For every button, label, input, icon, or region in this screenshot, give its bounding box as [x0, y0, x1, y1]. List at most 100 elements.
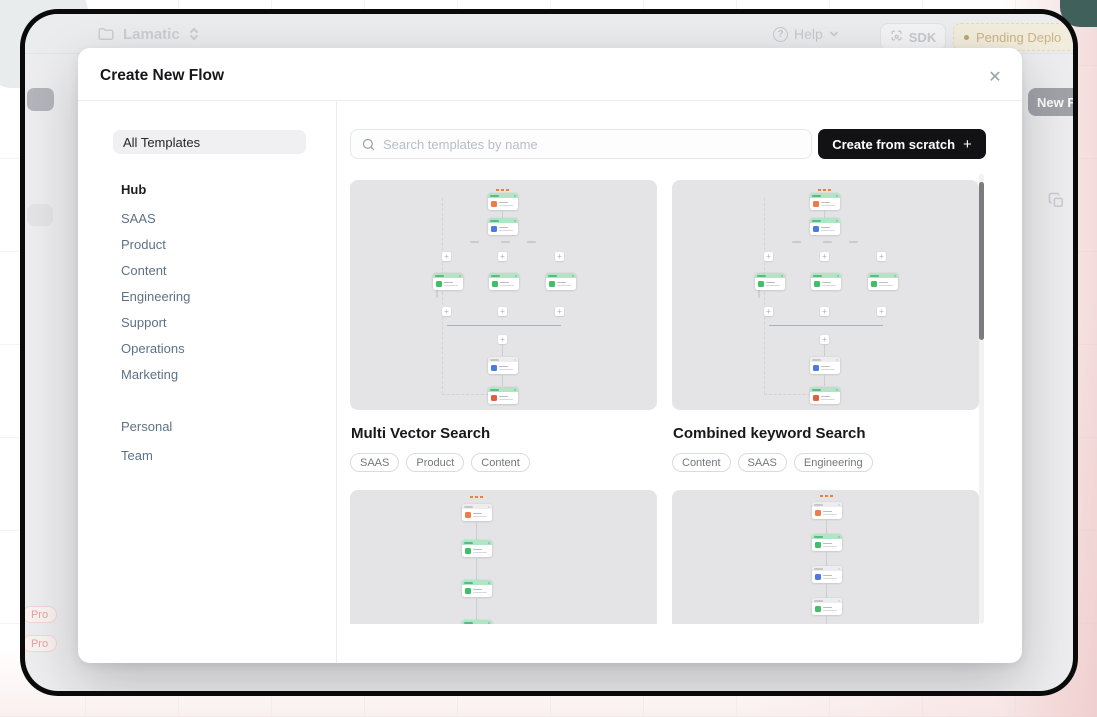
flow-node-header	[811, 273, 841, 278]
node-icon	[549, 281, 555, 287]
search-input[interactable]	[351, 130, 811, 158]
node-icon	[491, 201, 497, 207]
sidebar-item-content[interactable]: Content	[121, 260, 167, 280]
flow-node-header	[488, 357, 518, 362]
sidebar-item-personal[interactable]: Personal	[121, 416, 172, 436]
flow-plus-button	[820, 307, 829, 316]
flow-plus-button	[764, 307, 773, 316]
flow-connector	[826, 551, 827, 566]
pro-badge: Pro	[25, 606, 57, 623]
node-icon	[815, 606, 821, 612]
tag: Content	[672, 453, 731, 472]
flow-node-header	[755, 273, 785, 278]
flow-selection-marks	[820, 495, 834, 497]
sidebar-item-saas[interactable]: SAAS	[121, 208, 156, 228]
sidebar-item-support[interactable]: Support	[121, 312, 167, 332]
filter-all-templates[interactable]: All Templates	[113, 130, 306, 154]
flow-node-header	[812, 598, 842, 603]
flow-node-header	[810, 218, 840, 223]
help-menu[interactable]: ? Help	[773, 26, 839, 42]
sidebar-item-operations[interactable]: Operations	[121, 338, 185, 358]
sdk-button[interactable]: SDK	[880, 23, 946, 51]
flow-branch-label	[501, 241, 510, 243]
template-card-combined-keyword-search[interactable]	[672, 180, 979, 410]
flow-node	[812, 502, 842, 519]
flow-node	[462, 580, 492, 597]
node-text-lines	[473, 549, 487, 554]
node-icon	[465, 512, 471, 518]
flow-node	[810, 218, 840, 235]
flow-connector	[502, 345, 503, 356]
flow-node	[755, 273, 785, 290]
pro-badge-label: Pro	[31, 609, 48, 621]
flow-connector	[502, 374, 503, 386]
flow-node-header	[488, 218, 518, 223]
new-flow-button[interactable]: New F	[1028, 88, 1073, 116]
create-from-scratch-button[interactable]: Create from scratch +	[818, 129, 986, 159]
flow-plus-button	[442, 307, 451, 316]
node-icon	[436, 281, 442, 287]
flow-node	[546, 273, 576, 290]
flow-node-header	[462, 620, 492, 624]
pending-deployment-label: Pending Deplo	[976, 30, 1061, 45]
template-title: Multi Vector Search	[351, 425, 490, 442]
node-text-lines	[821, 202, 835, 207]
flow-node-header	[488, 387, 518, 392]
help-label: Help	[794, 26, 823, 42]
flow-connector	[502, 210, 503, 218]
template-card-partial[interactable]	[672, 490, 979, 624]
flow-branch-label	[470, 241, 479, 243]
sidebar-item-product[interactable]: Product	[121, 234, 166, 254]
create-new-flow-modal: Create New Flow ✕ All Templates Hub SAAS…	[78, 48, 1022, 663]
node-icon	[815, 574, 821, 580]
node-text-lines	[766, 282, 780, 287]
flow-connector	[476, 521, 477, 540]
sidebar-item-engineering[interactable]: Engineering	[121, 286, 190, 306]
modal-title: Create New Flow	[100, 67, 224, 85]
workspace-switcher[interactable]: Lamatic	[97, 25, 200, 43]
flow-node	[812, 534, 842, 551]
flow-branch-label	[823, 241, 832, 243]
node-icon	[814, 281, 820, 287]
header-divider	[78, 100, 1022, 101]
flow-guide	[764, 198, 765, 394]
sidebar-item-marketing[interactable]: Marketing	[121, 364, 178, 384]
flow-node	[489, 273, 519, 290]
flow-connector	[826, 519, 827, 534]
create-from-scratch-label: Create from scratch	[832, 137, 955, 152]
node-text-lines	[823, 543, 837, 548]
status-dot-icon	[964, 35, 969, 40]
template-card-partial[interactable]	[350, 490, 657, 624]
workspace-logo-block	[27, 88, 54, 111]
workspace-name: Lamatic	[123, 26, 180, 43]
node-text-lines	[821, 227, 835, 232]
flow-node-header	[812, 534, 842, 539]
template-card-multi-vector-search[interactable]	[350, 180, 657, 410]
flow-node-header	[462, 504, 492, 509]
flow-node-header	[810, 193, 840, 198]
sidebar-item-team[interactable]: Team	[121, 445, 153, 465]
node-text-lines	[444, 282, 458, 287]
duplicate-icon[interactable]	[1048, 192, 1065, 214]
node-icon	[491, 365, 497, 371]
flow-selection-marks	[470, 496, 484, 498]
flow-connector	[476, 557, 477, 580]
flow-merge-line	[769, 325, 883, 326]
flow-branch-label	[849, 241, 858, 243]
node-text-lines	[473, 513, 487, 518]
node-text-lines	[823, 607, 837, 612]
flow-connector	[824, 210, 825, 218]
pending-deployment-button[interactable]: Pending Deplo	[953, 23, 1073, 51]
template-title: Combined keyword Search	[673, 425, 866, 442]
flow-node	[810, 357, 840, 374]
flow-connector	[824, 374, 825, 386]
scrollbar-thumb[interactable]	[979, 182, 984, 340]
flow-node-header	[488, 193, 518, 198]
flow-node	[488, 387, 518, 404]
flow-node-header	[868, 273, 898, 278]
template-search	[350, 129, 812, 159]
node-text-lines	[499, 366, 513, 371]
sdk-label: SDK	[909, 30, 936, 45]
close-icon[interactable]: ✕	[982, 64, 1008, 90]
flow-node-header	[812, 566, 842, 571]
